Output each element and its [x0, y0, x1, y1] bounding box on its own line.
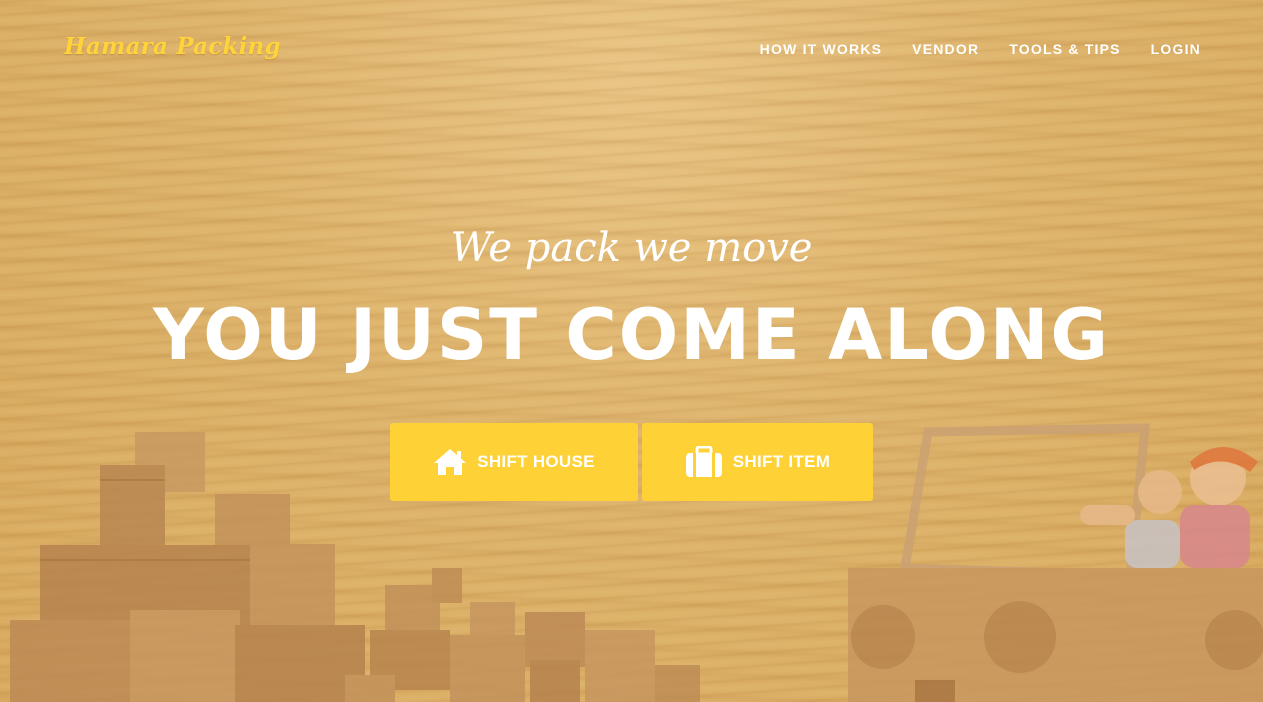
hero-section: Hamara Packing HOW IT WORKS VENDOR TOOLS… [0, 0, 1263, 702]
suitcase-icon [685, 446, 723, 478]
nav-item-how-it-works[interactable]: HOW IT WORKS [760, 41, 883, 57]
brand-logo[interactable]: Hamara Packing [64, 33, 281, 60]
shift-house-label: SHIFT HOUSE [477, 452, 595, 471]
shift-item-button[interactable]: SHIFT ITEM [642, 423, 873, 501]
shift-item-label: SHIFT ITEM [732, 452, 831, 471]
home-icon [433, 448, 467, 476]
hero-tagline: We pack we move [450, 225, 813, 271]
main-nav: HOW IT WORKS VENDOR TOOLS & TIPS LOGIN [760, 41, 1201, 57]
nav-item-login[interactable]: LOGIN [1151, 41, 1201, 57]
nav-item-tools-tips[interactable]: TOOLS & TIPS [1009, 41, 1120, 57]
hero-headline: YOU JUST COME ALONG [153, 294, 1110, 376]
shift-house-button[interactable]: SHIFT HOUSE [390, 423, 638, 501]
nav-item-vendor[interactable]: VENDOR [912, 41, 979, 57]
